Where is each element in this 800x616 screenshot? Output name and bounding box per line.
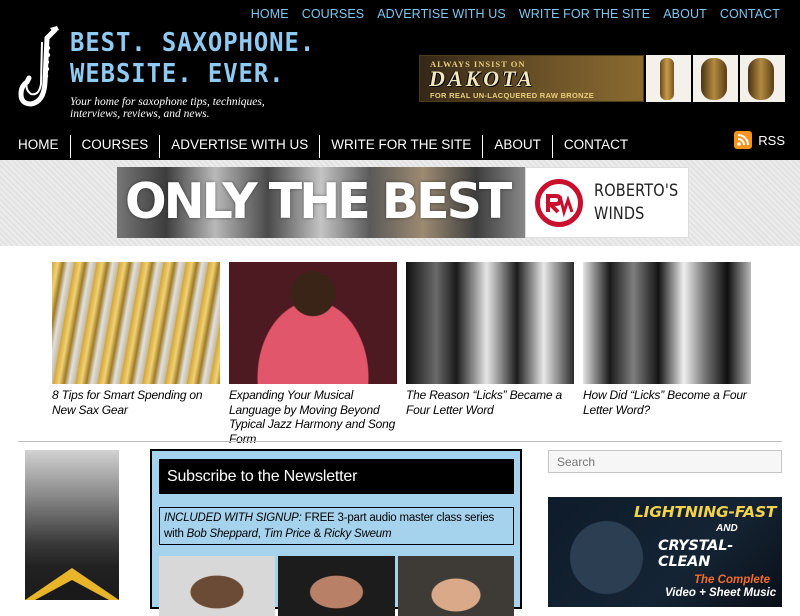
instructor-photo — [159, 556, 276, 616]
article-title[interactable]: How Did “Licks” Become a Four Letter Wor… — [583, 388, 751, 417]
dakota-ad-brand: DAKOTA — [429, 66, 536, 91]
article-thumbnail[interactable] — [229, 262, 397, 384]
robertos-winds-banner[interactable]: ONLY THE BEST ROBERTO'S WINDS — [117, 167, 689, 238]
newsletter-signup-box: Subscribe to the Newsletter INCLUDED WIT… — [150, 449, 522, 616]
robertos-winds-logo-icon — [535, 179, 583, 227]
newsletter-instructor-photos — [159, 556, 514, 616]
sidebar-ad-line2: AND — [716, 523, 738, 534]
top-nav-home[interactable]: HOME — [251, 7, 289, 21]
newsletter-names-2: Tim Price — [263, 528, 311, 540]
main-nav-home[interactable]: HOME — [0, 135, 70, 158]
top-nav-advertise[interactable]: ADVERTISE WITH US — [377, 7, 506, 21]
sidebar-ad-line3: CRYSTAL-CLEAN — [658, 538, 734, 570]
main-nav: HOME COURSES ADVERTISE WITH US WRITE FOR… — [0, 135, 639, 158]
sidebar-ad-line1: LIGHTNING-FAST — [634, 503, 777, 521]
site-tagline: Your home for saxophone tips, techniques… — [70, 96, 265, 120]
dakota-ad-sax-photo — [693, 55, 739, 102]
newsletter-offer-text: INCLUDED WITH SIGNUP: FREE 3-part audio … — [159, 507, 514, 545]
site-title-line1: BEST. SAXOPHONE. — [70, 28, 316, 58]
top-nav-contact[interactable]: CONTACT — [720, 7, 780, 21]
site-title-line2: WEBSITE. EVER. — [70, 59, 285, 89]
saxophone-logo-icon[interactable] — [17, 24, 69, 112]
article-thumbnail[interactable] — [406, 262, 574, 384]
left-ad-roof-graphic — [25, 568, 119, 600]
instructor-photo — [278, 556, 395, 616]
dakota-ad-bottom-line: FOR REAL UN-LACQUERED RAW BRONZE — [430, 91, 595, 100]
sidebar-ad-line5: Video + Sheet Music — [665, 587, 777, 599]
sidebar-ad-line4: The Complete — [694, 574, 771, 586]
main-nav-about[interactable]: ABOUT — [482, 135, 552, 158]
dakota-ad-sax-photo — [646, 55, 692, 102]
dakota-ad-sax-photo — [740, 55, 785, 102]
newsletter-included-label: INCLUDED WITH SIGNUP: — [164, 512, 302, 524]
banner-headline: ONLY THE BEST — [125, 173, 512, 230]
article-card[interactable]: How Did “Licks” Become a Four Letter Wor… — [583, 262, 751, 446]
top-nav-courses[interactable]: COURSES — [302, 7, 365, 21]
article-card[interactable]: Expanding Your Musical Language by Movin… — [229, 262, 397, 446]
section-divider — [18, 441, 782, 442]
dakota-header-ad[interactable]: ALWAYS INSIST ON DAKOTA FOR REAL UN-LACQ… — [419, 55, 785, 102]
instructor-photo — [397, 556, 514, 616]
top-nav-about[interactable]: ABOUT — [663, 7, 707, 21]
article-card[interactable]: 8 Tips for Smart Spending on New Sax Gea… — [52, 262, 220, 446]
article-title[interactable]: The Reason “Licks” Became a Four Letter … — [406, 388, 574, 417]
sponsor-name: ROBERTO'S WINDS — [594, 180, 678, 226]
rss-label: RSS — [758, 132, 785, 148]
site-header: HOME COURSES ADVERTISE WITH US WRITE FOR… — [0, 0, 800, 160]
newsletter-separator: & — [310, 528, 324, 540]
main-nav-courses[interactable]: COURSES — [69, 135, 160, 158]
article-title[interactable]: 8 Tips for Smart Spending on New Sax Gea… — [52, 388, 220, 417]
main-nav-advertise[interactable]: ADVERTISE WITH US — [159, 135, 319, 158]
search-input[interactable] — [548, 450, 782, 473]
site-title[interactable]: BEST. SAXOPHONE. WEBSITE. EVER. — [70, 28, 315, 90]
article-title[interactable]: Expanding Your Musical Language by Movin… — [229, 388, 397, 446]
article-thumbnail[interactable] — [583, 262, 751, 384]
main-nav-write[interactable]: WRITE FOR THE SITE — [319, 135, 482, 158]
newsletter-heading: Subscribe to the Newsletter — [159, 459, 514, 494]
article-thumbnail[interactable] — [52, 262, 220, 384]
top-nav: HOME COURSES ADVERTISE WITH US WRITE FOR… — [251, 7, 780, 21]
newsletter-names-3: Ricky Sweum — [323, 528, 392, 540]
right-sidebar-ad[interactable]: LIGHTNING-FAST AND CRYSTAL-CLEAN The Com… — [548, 497, 782, 607]
featured-articles: 8 Tips for Smart Spending on New Sax Gea… — [52, 262, 751, 446]
rss-link[interactable]: RSS — [734, 131, 785, 149]
dakota-ad-text-panel: ALWAYS INSIST ON DAKOTA FOR REAL UN-LACQ… — [419, 55, 645, 102]
banner-sponsor-panel: ROBERTO'S WINDS — [525, 167, 689, 238]
newsletter-names-1: Bob Sheppard — [186, 528, 258, 540]
rss-icon — [734, 131, 753, 149]
article-card[interactable]: The Reason “Licks” Became a Four Letter … — [406, 262, 574, 446]
sponsor-name-line1: ROBERTO'S — [594, 181, 679, 201]
banner-photo-collage: ONLY THE BEST — [117, 167, 525, 238]
sponsor-name-line2: WINDS — [594, 204, 645, 224]
left-sidebar-ad[interactable] — [25, 450, 119, 600]
top-nav-write[interactable]: WRITE FOR THE SITE — [519, 7, 650, 21]
main-nav-contact[interactable]: CONTACT — [551, 135, 639, 158]
